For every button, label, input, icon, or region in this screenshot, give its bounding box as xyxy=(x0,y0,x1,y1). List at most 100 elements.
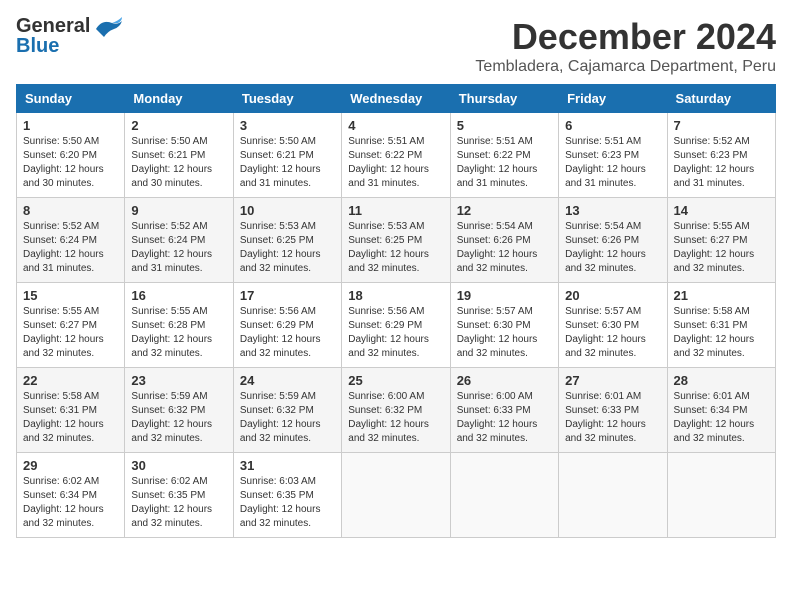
day-number: 31 xyxy=(240,458,335,473)
day-number: 10 xyxy=(240,203,335,218)
day-info: Sunrise: 5:56 AM Sunset: 6:29 PM Dayligh… xyxy=(240,305,335,361)
table-cell: 1 Sunrise: 5:50 AM Sunset: 6:20 PM Daylig… xyxy=(17,113,125,198)
header: General Blue December 2024 Tembladera, C… xyxy=(16,16,776,76)
day-info: Sunrise: 5:51 AM Sunset: 6:23 PM Dayligh… xyxy=(565,135,660,191)
day-number: 21 xyxy=(674,288,769,303)
day-number: 28 xyxy=(674,373,769,388)
table-cell: 15Sunrise: 5:55 AM Sunset: 6:27 PM Dayli… xyxy=(17,283,125,368)
table-cell: 3Sunrise: 5:50 AM Sunset: 6:21 PM Daylig… xyxy=(233,113,341,198)
logo-word: General Blue xyxy=(16,16,90,56)
day-info: Sunrise: 5:59 AM Sunset: 6:32 PM Dayligh… xyxy=(240,390,335,446)
logo-bird-icon xyxy=(92,15,124,48)
table-cell: 16 Sunrise: 5:55 AM Sunset: 6:28 PM Dayli… xyxy=(125,283,233,368)
day-info: Sunrise: 5:50 AM Sunset: 6:21 PM Dayligh… xyxy=(131,135,226,191)
header-monday: Monday xyxy=(125,85,233,113)
header-sunday: Sunday xyxy=(17,85,125,113)
table-cell: 7Sunrise: 5:52 AM Sunset: 6:23 PM Daylig… xyxy=(667,113,775,198)
table-cell: 30 Sunrise: 6:02 AM Sunset: 6:35 PM Dayli… xyxy=(125,453,233,538)
table-cell xyxy=(450,453,558,538)
day-number: 12 xyxy=(457,203,552,218)
table-cell: 24 Sunrise: 5:59 AM Sunset: 6:32 PM Dayli… xyxy=(233,368,341,453)
day-number: 19 xyxy=(457,288,552,303)
day-number: 14 xyxy=(674,203,769,218)
logo: General Blue xyxy=(16,16,124,56)
title-section: December 2024 Tembladera, Cajamarca Depa… xyxy=(475,16,776,76)
header-wednesday: Wednesday xyxy=(342,85,450,113)
day-info: Sunrise: 5:52 AM Sunset: 6:23 PM Dayligh… xyxy=(674,135,769,191)
day-info: Sunrise: 6:00 AM Sunset: 6:32 PM Dayligh… xyxy=(348,390,443,446)
table-cell xyxy=(667,453,775,538)
week-row-3: 15Sunrise: 5:55 AM Sunset: 6:27 PM Dayli… xyxy=(17,283,776,368)
day-info: Sunrise: 5:55 AM Sunset: 6:27 PM Dayligh… xyxy=(23,305,118,361)
table-cell: 27 Sunrise: 6:01 AM Sunset: 6:33 PM Dayli… xyxy=(559,368,667,453)
table-cell: 26Sunrise: 6:00 AM Sunset: 6:33 PM Dayli… xyxy=(450,368,558,453)
day-info: Sunrise: 5:54 AM Sunset: 6:26 PM Dayligh… xyxy=(457,220,552,276)
day-number: 30 xyxy=(131,458,226,473)
day-number: 24 xyxy=(240,373,335,388)
day-info: Sunrise: 5:52 AM Sunset: 6:24 PM Dayligh… xyxy=(23,220,118,276)
day-info: Sunrise: 5:51 AM Sunset: 6:22 PM Dayligh… xyxy=(457,135,552,191)
table-cell xyxy=(559,453,667,538)
table-cell: 28Sunrise: 6:01 AM Sunset: 6:34 PM Dayli… xyxy=(667,368,775,453)
table-cell: 25Sunrise: 6:00 AM Sunset: 6:32 PM Dayli… xyxy=(342,368,450,453)
table-cell: 6 Sunrise: 5:51 AM Sunset: 6:23 PM Daylig… xyxy=(559,113,667,198)
table-cell: 19 Sunrise: 5:57 AM Sunset: 6:30 PM Dayli… xyxy=(450,283,558,368)
day-info: Sunrise: 5:54 AM Sunset: 6:26 PM Dayligh… xyxy=(565,220,660,276)
day-number: 11 xyxy=(348,203,443,218)
day-number: 5 xyxy=(457,118,552,133)
day-info: Sunrise: 5:58 AM Sunset: 6:31 PM Dayligh… xyxy=(674,305,769,361)
table-cell: 17 Sunrise: 5:56 AM Sunset: 6:29 PM Dayli… xyxy=(233,283,341,368)
day-info: Sunrise: 5:59 AM Sunset: 6:32 PM Dayligh… xyxy=(131,390,226,446)
day-info: Sunrise: 6:01 AM Sunset: 6:33 PM Dayligh… xyxy=(565,390,660,446)
day-info: Sunrise: 5:56 AM Sunset: 6:29 PM Dayligh… xyxy=(348,305,443,361)
day-info: Sunrise: 5:52 AM Sunset: 6:24 PM Dayligh… xyxy=(131,220,226,276)
table-cell: 8Sunrise: 5:52 AM Sunset: 6:24 PM Daylig… xyxy=(17,198,125,283)
table-cell: 5 Sunrise: 5:51 AM Sunset: 6:22 PM Daylig… xyxy=(450,113,558,198)
day-number: 2 xyxy=(131,118,226,133)
table-cell: 9Sunrise: 5:52 AM Sunset: 6:24 PM Daylig… xyxy=(125,198,233,283)
day-number: 23 xyxy=(131,373,226,388)
day-info: Sunrise: 6:02 AM Sunset: 6:34 PM Dayligh… xyxy=(23,475,118,531)
day-info: Sunrise: 5:57 AM Sunset: 6:30 PM Dayligh… xyxy=(565,305,660,361)
table-cell: 4Sunrise: 5:51 AM Sunset: 6:22 PM Daylig… xyxy=(342,113,450,198)
table-cell: 20 Sunrise: 5:57 AM Sunset: 6:30 PM Dayli… xyxy=(559,283,667,368)
table-cell: 31 Sunrise: 6:03 AM Sunset: 6:35 PM Dayli… xyxy=(233,453,341,538)
calendar-subtitle: Tembladera, Cajamarca Department, Peru xyxy=(475,58,776,76)
day-info: Sunrise: 5:51 AM Sunset: 6:22 PM Dayligh… xyxy=(348,135,443,191)
day-number: 29 xyxy=(23,458,118,473)
day-number: 27 xyxy=(565,373,660,388)
day-info: Sunrise: 5:53 AM Sunset: 6:25 PM Dayligh… xyxy=(348,220,443,276)
day-number: 1 xyxy=(23,118,118,133)
day-number: 17 xyxy=(240,288,335,303)
day-info: Sunrise: 5:55 AM Sunset: 6:27 PM Dayligh… xyxy=(674,220,769,276)
day-number: 18 xyxy=(348,288,443,303)
table-cell: 14 Sunrise: 5:55 AM Sunset: 6:27 PM Dayli… xyxy=(667,198,775,283)
logo-blue-text: Blue xyxy=(16,36,90,56)
table-cell: 11 Sunrise: 5:53 AM Sunset: 6:25 PM Dayli… xyxy=(342,198,450,283)
day-number: 22 xyxy=(23,373,118,388)
day-number: 13 xyxy=(565,203,660,218)
day-info: Sunrise: 5:58 AM Sunset: 6:31 PM Dayligh… xyxy=(23,390,118,446)
week-row-2: 8Sunrise: 5:52 AM Sunset: 6:24 PM Daylig… xyxy=(17,198,776,283)
week-row-1: 1 Sunrise: 5:50 AM Sunset: 6:20 PM Daylig… xyxy=(17,113,776,198)
day-info: Sunrise: 5:57 AM Sunset: 6:30 PM Dayligh… xyxy=(457,305,552,361)
table-cell: 12 Sunrise: 5:54 AM Sunset: 6:26 PM Dayli… xyxy=(450,198,558,283)
day-number: 20 xyxy=(565,288,660,303)
day-info: Sunrise: 5:55 AM Sunset: 6:28 PM Dayligh… xyxy=(131,305,226,361)
table-cell: 10 Sunrise: 5:53 AM Sunset: 6:25 PM Dayli… xyxy=(233,198,341,283)
header-thursday: Thursday xyxy=(450,85,558,113)
calendar-table: Sunday Monday Tuesday Wednesday Thursday… xyxy=(16,84,776,538)
logo-general-text: General xyxy=(16,16,90,36)
day-info: Sunrise: 5:50 AM Sunset: 6:20 PM Dayligh… xyxy=(23,135,118,191)
day-info: Sunrise: 5:53 AM Sunset: 6:25 PM Dayligh… xyxy=(240,220,335,276)
table-cell: 29 Sunrise: 6:02 AM Sunset: 6:34 PM Dayli… xyxy=(17,453,125,538)
day-number: 16 xyxy=(131,288,226,303)
day-number: 26 xyxy=(457,373,552,388)
day-info: Sunrise: 6:02 AM Sunset: 6:35 PM Dayligh… xyxy=(131,475,226,531)
table-cell: 13 Sunrise: 5:54 AM Sunset: 6:26 PM Dayli… xyxy=(559,198,667,283)
day-number: 6 xyxy=(565,118,660,133)
table-cell: 21 Sunrise: 5:58 AM Sunset: 6:31 PM Dayli… xyxy=(667,283,775,368)
header-saturday: Saturday xyxy=(667,85,775,113)
header-friday: Friday xyxy=(559,85,667,113)
day-info: Sunrise: 6:03 AM Sunset: 6:35 PM Dayligh… xyxy=(240,475,335,531)
